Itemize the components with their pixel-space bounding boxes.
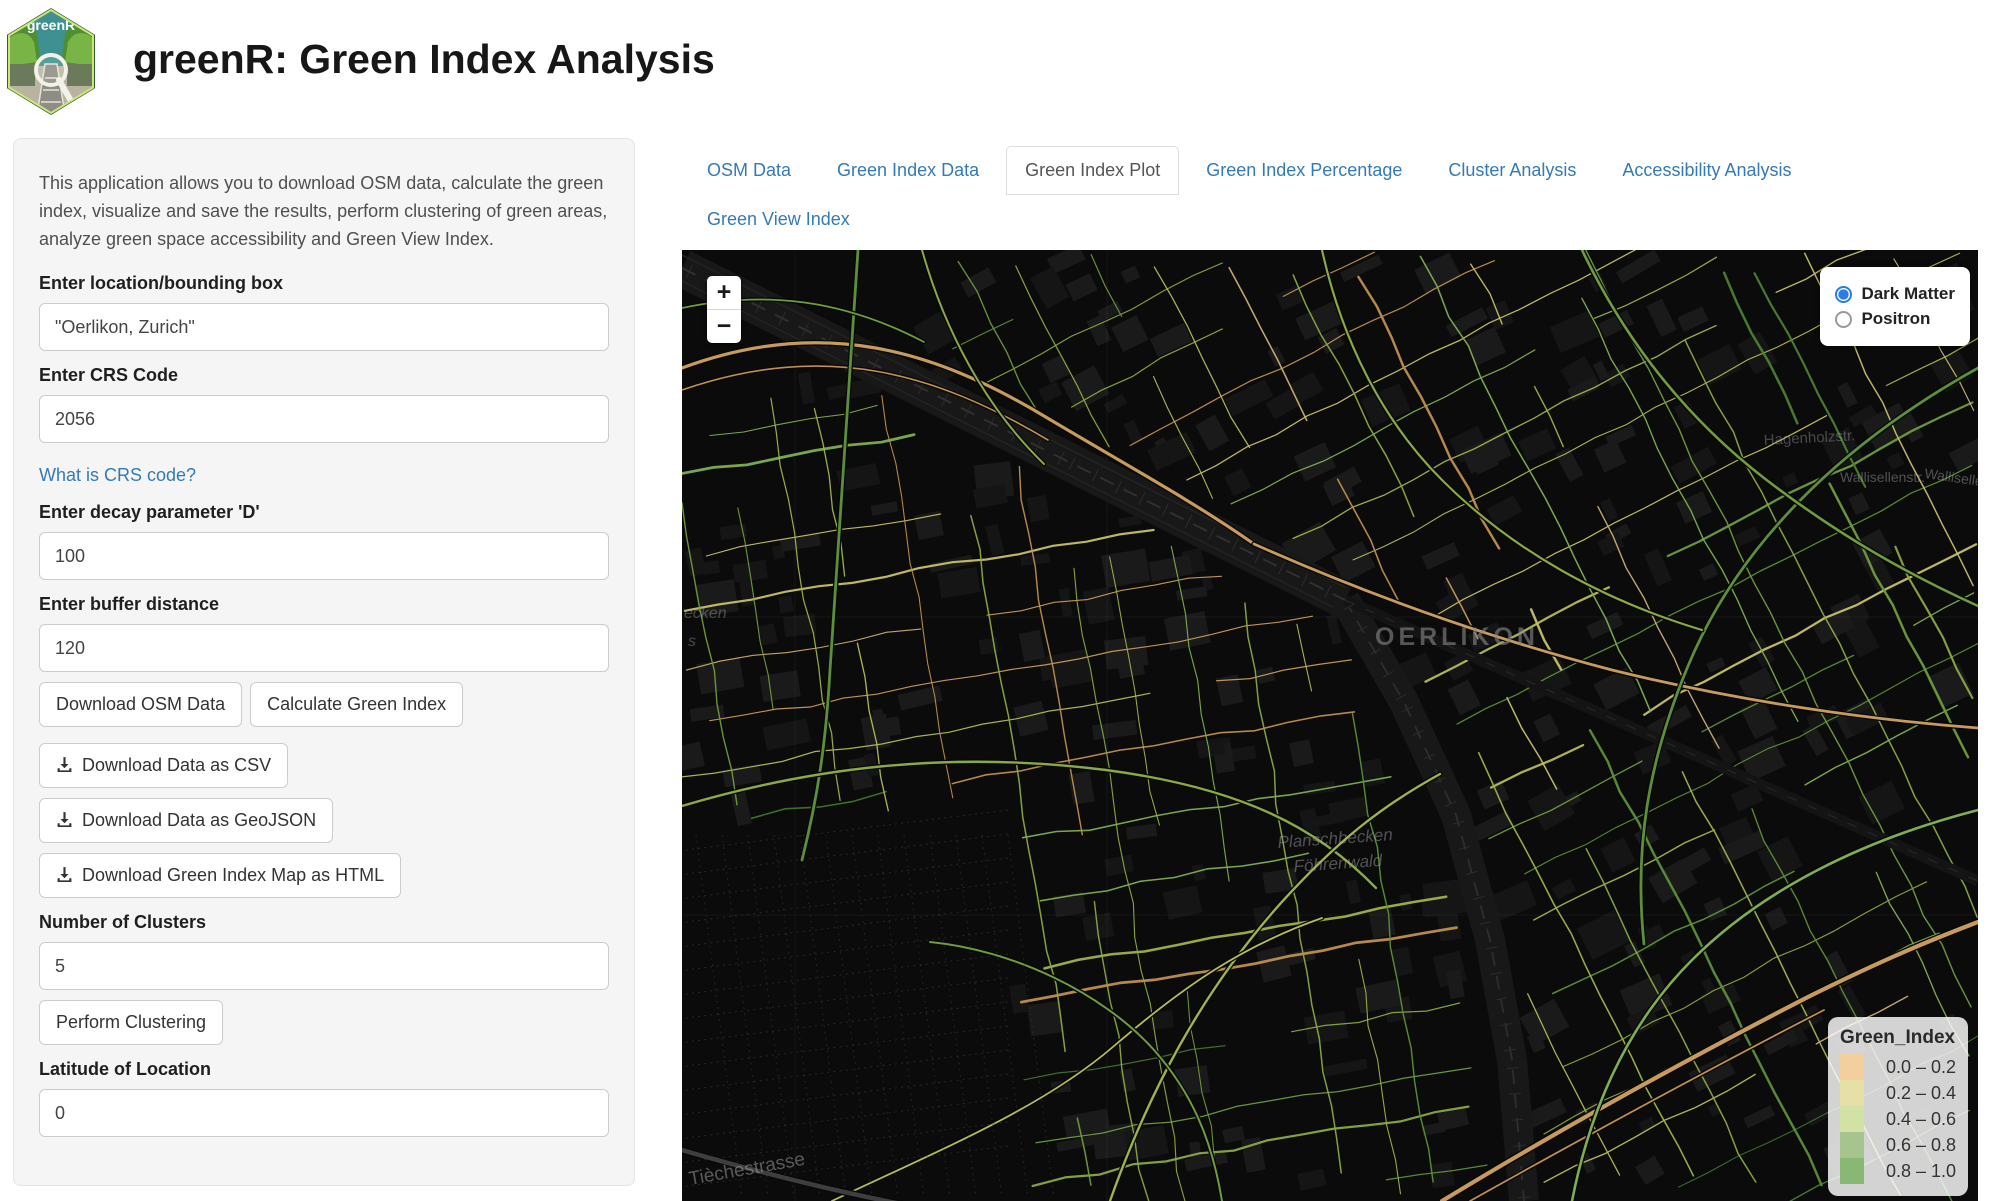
map-place-label: ecken [684, 605, 727, 622]
legend-swatch [1840, 1080, 1864, 1106]
map-zoom-control: + − [707, 276, 741, 343]
tab-green-view-index[interactable]: Green View Index [688, 195, 869, 244]
crs-input[interactable] [39, 395, 609, 443]
tab-label[interactable]: Accessibility Analysis [1603, 146, 1810, 195]
zoom-out-button[interactable]: − [707, 309, 741, 343]
map[interactable]: OERLIKONPlanschbeckenFöhrenwaldTièchestr… [682, 250, 1978, 1201]
perform-clustering-button[interactable]: Perform Clustering [39, 1000, 223, 1045]
legend-range-label: 0.2 – 0.4 [1864, 1080, 1956, 1106]
app-logo: greenR [7, 8, 95, 120]
page-title: greenR: Green Index Analysis [133, 36, 715, 83]
layer-control: Dark Matter Positron [1820, 267, 1970, 346]
layer-option-dark-matter[interactable]: Dark Matter [1835, 284, 1955, 304]
download-csv-label: Download Data as CSV [82, 755, 271, 775]
legend-swatch [1840, 1132, 1864, 1158]
legend-entry: 0.4 – 0.6 [1840, 1106, 1956, 1132]
download-icon [56, 756, 73, 773]
layer-option-label: Dark Matter [1861, 284, 1955, 304]
latitude-input[interactable] [39, 1089, 609, 1137]
legend-range-label: 0.4 – 0.6 [1864, 1106, 1956, 1132]
tab-label[interactable]: Green Index Percentage [1187, 146, 1421, 195]
download-icon [56, 811, 73, 828]
zoom-in-button[interactable]: + [707, 276, 741, 309]
app-description: This application allows you to download … [39, 169, 609, 253]
download-icon [56, 866, 73, 883]
legend-entry: 0.8 – 1.0 [1840, 1158, 1956, 1184]
green-index-map-canvas: OERLIKONPlanschbeckenFöhrenwaldTièchestr… [682, 250, 1978, 1201]
legend-title: Green_Index [1840, 1027, 1956, 1049]
radio-unselected-icon[interactable] [1835, 311, 1852, 328]
legend-range-label: 0.6 – 0.8 [1864, 1132, 1956, 1158]
download-csv-button[interactable]: Download Data as CSV [39, 743, 288, 788]
clusters-input[interactable] [39, 942, 609, 990]
legend-swatch [1840, 1054, 1864, 1080]
map-place-label: Wallisellenstr. [1840, 469, 1925, 485]
radio-selected-icon[interactable] [1835, 286, 1852, 303]
location-input[interactable] [39, 303, 609, 351]
tab-green-index-plot[interactable]: Green Index Plot [1006, 146, 1179, 195]
tab-cluster-analysis[interactable]: Cluster Analysis [1429, 146, 1595, 195]
buffer-input[interactable] [39, 624, 609, 672]
tab-label[interactable]: Green View Index [688, 195, 869, 244]
decay-label: Enter decay parameter 'D' [39, 502, 609, 523]
calculate-green-index-button[interactable]: Calculate Green Index [250, 682, 463, 727]
download-html-map-button[interactable]: Download Green Index Map as HTML [39, 853, 401, 898]
tab-bar: OSM DataGreen Index DataGreen Index Plot… [688, 146, 1980, 244]
map-place-label: s [688, 633, 696, 650]
tab-label[interactable]: OSM Data [688, 146, 810, 195]
location-label: Enter location/bounding box [39, 273, 609, 294]
buffer-label: Enter buffer distance [39, 594, 609, 615]
legend-entry: 0.0 – 0.2 [1840, 1054, 1956, 1080]
layer-option-positron[interactable]: Positron [1835, 309, 1955, 329]
download-osm-button[interactable]: Download OSM Data [39, 682, 242, 727]
tab-accessibility-analysis[interactable]: Accessibility Analysis [1603, 146, 1810, 195]
legend-swatch [1840, 1158, 1864, 1184]
tab-green-index-percentage[interactable]: Green Index Percentage [1187, 146, 1421, 195]
legend-rows: 0.0 – 0.20.2 – 0.40.4 – 0.60.6 – 0.80.8 … [1840, 1054, 1956, 1184]
latitude-label: Latitude of Location [39, 1059, 609, 1080]
tab-label[interactable]: Green Index Data [818, 146, 998, 195]
clusters-label: Number of Clusters [39, 912, 609, 933]
layer-option-label: Positron [1861, 309, 1930, 329]
download-html-map-label: Download Green Index Map as HTML [82, 865, 384, 885]
crs-help-link[interactable]: What is CRS code? [39, 465, 196, 486]
green-index-legend: Green_Index 0.0 – 0.20.2 – 0.40.4 – 0.60… [1828, 1017, 1968, 1196]
crs-label: Enter CRS Code [39, 365, 609, 386]
legend-entry: 0.2 – 0.4 [1840, 1080, 1956, 1106]
legend-range-label: 0.8 – 1.0 [1864, 1158, 1956, 1184]
tab-osm-data[interactable]: OSM Data [688, 146, 810, 195]
legend-entry: 0.6 – 0.8 [1840, 1132, 1956, 1158]
decay-input[interactable] [39, 532, 609, 580]
legend-swatch [1840, 1106, 1864, 1132]
tab-green-index-data[interactable]: Green Index Data [818, 146, 998, 195]
page: greenR greenR: Green Index Analysis This… [0, 0, 1993, 1201]
download-geojson-label: Download Data as GeoJSON [82, 810, 316, 830]
tab-label[interactable]: Green Index Plot [1006, 146, 1179, 195]
sidebar-panel: This application allows you to download … [13, 138, 635, 1186]
download-geojson-button[interactable]: Download Data as GeoJSON [39, 798, 333, 843]
tab-label[interactable]: Cluster Analysis [1429, 146, 1595, 195]
map-place-label: OERLIKON [1375, 623, 1539, 651]
legend-range-label: 0.0 – 0.2 [1864, 1054, 1956, 1080]
